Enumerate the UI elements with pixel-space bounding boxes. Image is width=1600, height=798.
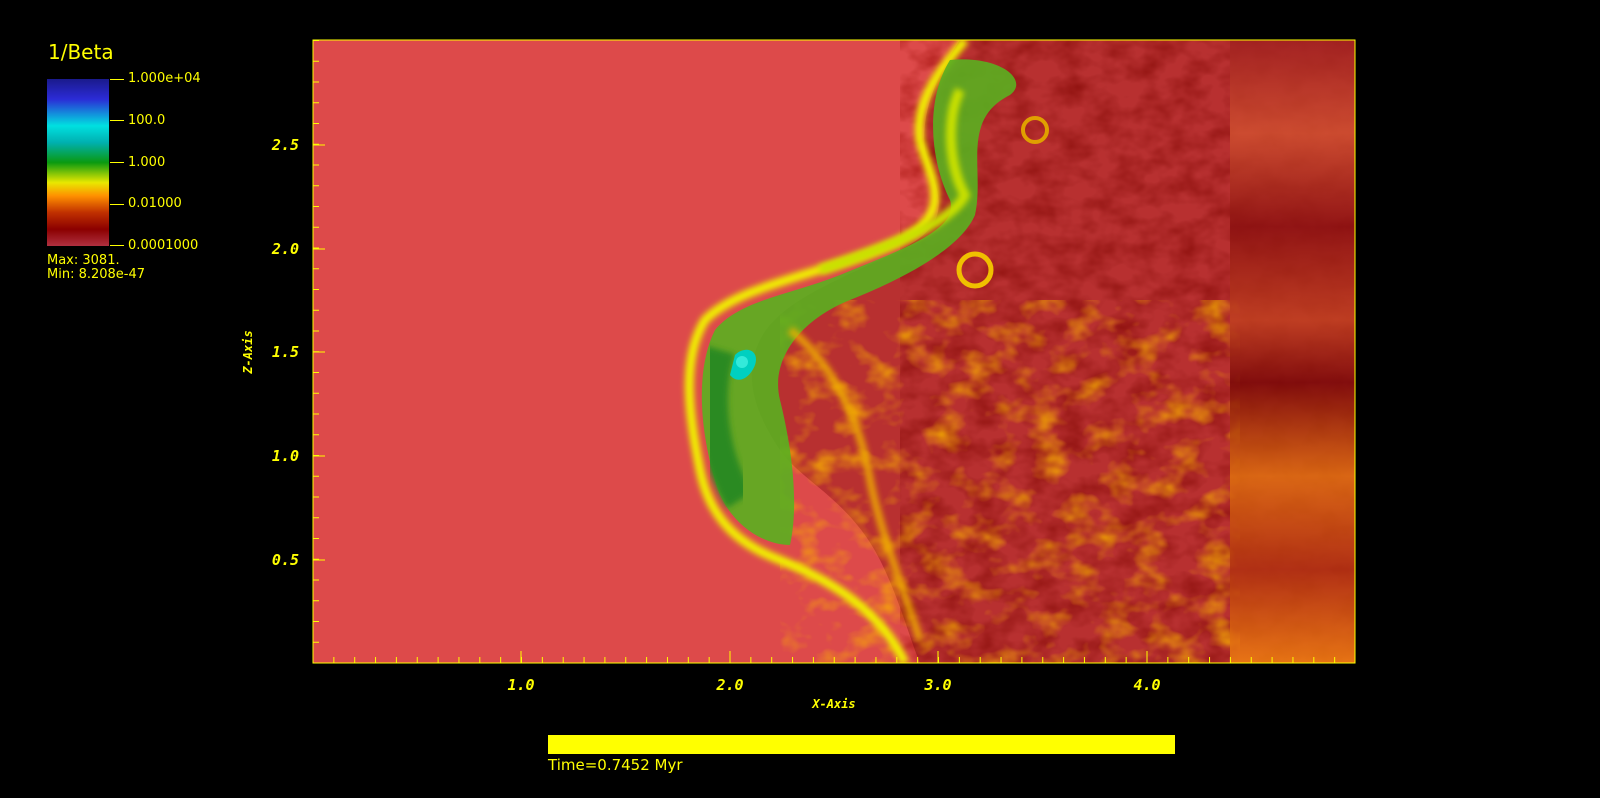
y-tick-label: 1.0 xyxy=(272,447,299,465)
x-tick-label: 1.0 xyxy=(507,676,534,694)
y-tick-label: 2.0 xyxy=(271,240,299,258)
x-axis-title: X-Axis xyxy=(811,697,855,711)
y-tick-label: 2.5 xyxy=(271,136,299,154)
time-label: Time=0.7452 Myr xyxy=(548,756,683,774)
striated-region xyxy=(1230,40,1355,663)
x-tick-label: 4.0 xyxy=(1133,676,1160,694)
x-tick-label: 3.0 xyxy=(923,676,951,694)
y-axis-title: Z-Axis xyxy=(241,330,255,374)
x-tick-label: 2.0 xyxy=(715,676,743,694)
y-tick-label: 1.5 xyxy=(272,343,299,361)
y-tick-label: 0.5 xyxy=(272,551,299,569)
plot-area: 1.0 2.0 3.0 4.0 2.5 2.0 1.5 1.0 0.5 X-Ax… xyxy=(241,39,1356,711)
time-progress-bar xyxy=(548,735,1175,754)
